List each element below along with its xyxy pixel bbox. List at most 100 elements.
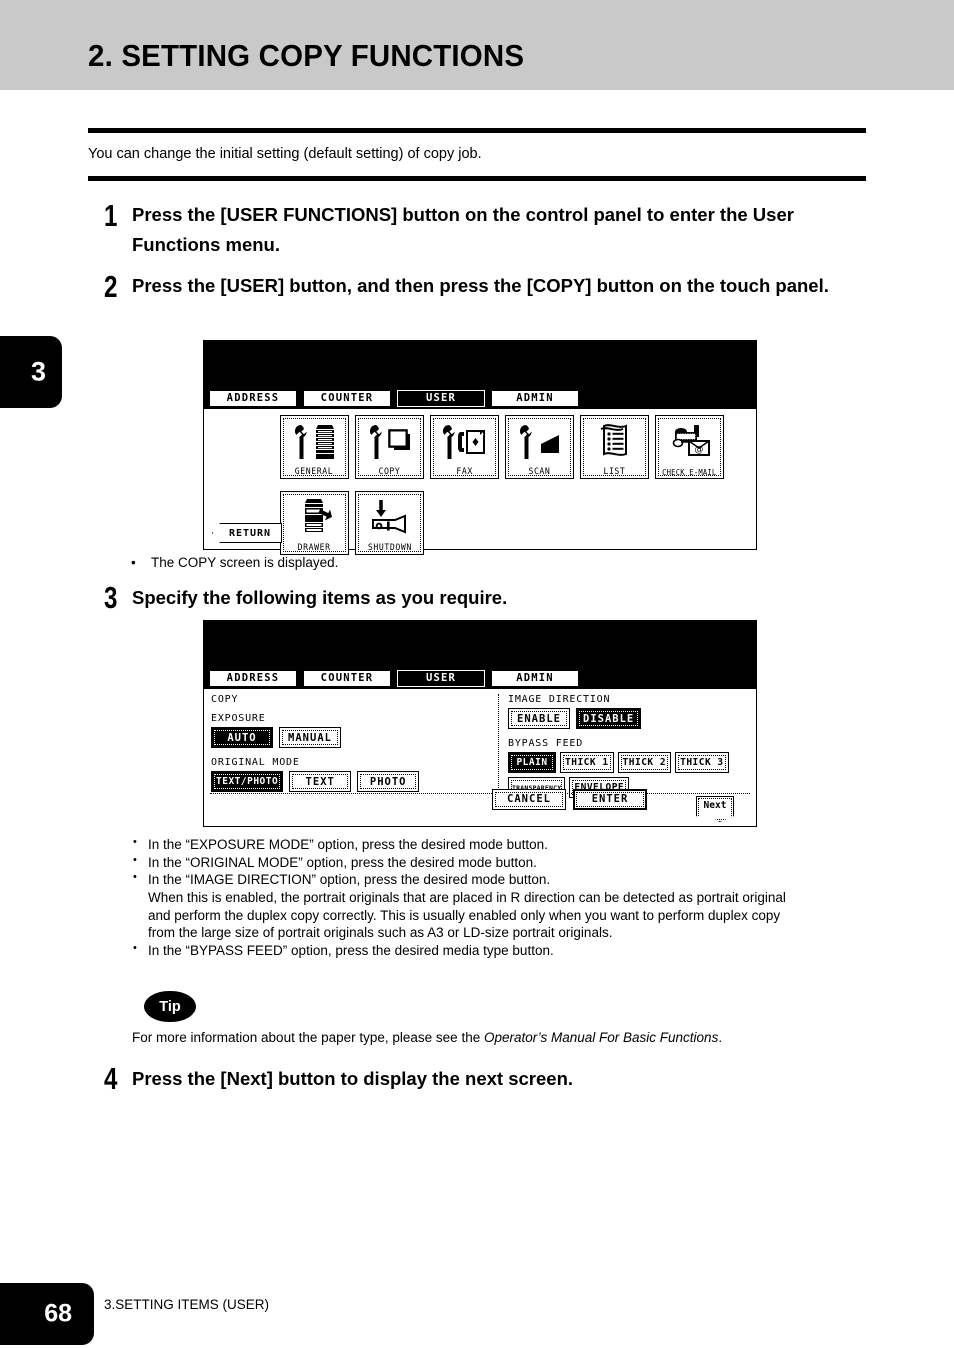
next-button[interactable]: Next <box>696 796 734 822</box>
bullet-list-step3: In the “EXPOSURE MODE” option, press the… <box>131 835 871 960</box>
tab-counter[interactable]: COUNTER <box>303 389 391 407</box>
tab-admin[interactable]: ADMIN <box>491 669 579 687</box>
list-item-continuation: and perform the duplex copy correctly. T… <box>148 907 781 923</box>
settings-right-column: IMAGE DIRECTION ENABLE DISABLE BYPASS FE… <box>498 694 748 798</box>
list-item: In the “ORIGINAL MODE” option, press the… <box>131 853 871 872</box>
chapter-tab-number: 3 <box>30 356 46 387</box>
option-row-exposure: AUTO MANUAL <box>211 727 491 748</box>
settings-left-column: COPY EXPOSURE AUTO MANUAL ORIGINAL MODE … <box>211 694 491 801</box>
function-button-label: LIST <box>603 466 626 477</box>
copier-drawer-icon <box>281 492 348 544</box>
list-item-continuation: from the large size of portrait original… <box>148 925 613 941</box>
svg-text:@: @ <box>694 445 703 455</box>
touch-panel-copy-settings: ADDRESS COUNTER USER ADMIN COPY EXPOSURE… <box>203 620 757 827</box>
note-copy-screen-displayed: • The COPY screen is displayed. <box>131 554 731 572</box>
group-label-image-direction: IMAGE DIRECTION <box>508 694 611 705</box>
option-row-bypass-feed-1: PLAIN THICK 1 THICK 2 THICK 3 <box>508 752 748 773</box>
panel-header-black-bar <box>204 621 756 667</box>
function-icon-grid: GENERAL COPY FAX SCAN LIST @ CHECK E-MAI… <box>280 415 750 555</box>
option-row-original-mode: TEXT/PHOTO TEXT PHOTO <box>211 771 491 792</box>
tab-counter[interactable]: COUNTER <box>303 669 391 687</box>
mailbox-email-icon: @ <box>656 416 723 469</box>
intro-rule-top <box>88 128 866 133</box>
return-button[interactable]: RETURN <box>212 523 282 543</box>
option-bypass-thick1[interactable]: THICK 1 <box>560 752 614 773</box>
step-4-text: Press the [Next] button to display the n… <box>132 1068 574 1089</box>
note-text: The COPY screen is displayed. <box>151 555 339 570</box>
function-button-shutdown[interactable]: SHUTDOWN <box>355 491 424 555</box>
tab-address[interactable]: ADDRESS <box>209 389 297 407</box>
list-pages-icon <box>581 416 648 468</box>
cancel-button[interactable]: CANCEL <box>492 788 566 810</box>
touch-panel-user-menu: ADDRESS COUNTER USER ADMIN GENERAL COPY … <box>203 340 757 555</box>
function-button-fax[interactable]: FAX <box>430 415 499 479</box>
chapter-tab-marker: 3 <box>0 336 62 408</box>
page-title: 2. SETTING COPY FUNCTIONS <box>88 38 525 73</box>
function-button-label: DRAWER <box>298 542 331 553</box>
panel-tab-row: ADDRESS COUNTER USER ADMIN <box>204 667 756 689</box>
option-image-direction-enable[interactable]: ENABLE <box>508 708 570 729</box>
option-bypass-plain[interactable]: PLAIN <box>508 752 556 773</box>
tab-address[interactable]: ADDRESS <box>209 669 297 687</box>
step-2-number: 2 <box>104 269 118 304</box>
list-item-text: In the “ORIGINAL MODE” option, press the… <box>148 854 537 870</box>
footer-section-label: 3.SETTING ITEMS (USER) <box>104 1297 270 1312</box>
tab-admin[interactable]: ADMIN <box>491 389 579 407</box>
list-item-text: In the “EXPOSURE MODE” option, press the… <box>148 837 548 852</box>
panel-body-copy-settings: COPY EXPOSURE AUTO MANUAL ORIGINAL MODE … <box>204 689 756 826</box>
step-1-text: Press the [USER FUNCTIONS] button on the… <box>132 204 794 255</box>
step-2-text: Press the [USER] button, and then press … <box>132 275 829 296</box>
list-item: In the “EXPOSURE MODE” option, press the… <box>131 835 871 854</box>
function-button-label: FAX <box>456 466 473 477</box>
intro-rule-bottom <box>88 176 866 181</box>
function-button-list[interactable]: LIST <box>580 415 649 479</box>
wrench-copier-icon <box>281 416 348 468</box>
function-button-label: GENERAL <box>295 466 334 477</box>
function-button-scan[interactable]: SCAN <box>505 415 574 479</box>
list-item: In the “IMAGE DIRECTION” option, press t… <box>131 870 871 889</box>
tip-text-italic: Operator’s Manual For Basic Functions <box>483 1030 719 1045</box>
function-button-check-email[interactable]: @ CHECK E-MAIL <box>655 415 724 479</box>
panel-tab-row: ADDRESS COUNTER USER ADMIN <box>204 387 756 409</box>
option-exposure-auto[interactable]: AUTO <box>211 727 273 748</box>
function-button-label: SHUTDOWN <box>367 542 412 553</box>
function-button-label: CHECK E-MAIL <box>662 467 717 477</box>
group-label-original-mode: ORIGINAL MODE <box>211 757 300 768</box>
tip-text-before: For more information about the paper typ… <box>132 1030 484 1045</box>
option-exposure-manual[interactable]: MANUAL <box>279 727 341 748</box>
wrench-fax-icon <box>431 416 498 468</box>
shutdown-icon <box>356 492 423 544</box>
step-1-number: 1 <box>104 198 118 233</box>
step-3-number: 3 <box>104 580 118 615</box>
list-item-text: In the “BYPASS FEED” option, press the d… <box>148 943 554 959</box>
panel-divider <box>210 793 750 794</box>
option-original-text-photo[interactable]: TEXT/PHOTO <box>211 771 284 792</box>
step-3-text: Specify the following items as you requi… <box>132 587 508 608</box>
group-label-bypass-feed: BYPASS FEED <box>508 738 584 749</box>
option-bypass-thick2[interactable]: THICK 2 <box>617 752 672 773</box>
tip-text-after: . <box>718 1030 723 1045</box>
page-number: 68 <box>44 1299 72 1328</box>
function-button-drawer[interactable]: DRAWER <box>280 491 349 555</box>
function-button-label: SCAN <box>528 466 551 477</box>
tip-badge: Tip <box>144 991 196 1022</box>
intro-text: You can change the initial setting (defa… <box>88 146 482 162</box>
option-bypass-thick3[interactable]: THICK 3 <box>675 752 729 773</box>
wrench-pages-icon <box>356 416 423 468</box>
panel-header-black-bar <box>204 341 756 387</box>
group-label-exposure: EXPOSURE <box>211 713 266 724</box>
step-4-number: 4 <box>104 1061 118 1096</box>
note-bullet-icon: • <box>131 555 136 570</box>
option-image-direction-disable[interactable]: DISABLE <box>576 708 642 729</box>
enter-button[interactable]: ENTER <box>573 788 647 810</box>
option-row-image-direction: ENABLE DISABLE <box>508 708 748 729</box>
tab-user[interactable]: USER <box>397 669 485 687</box>
option-original-text[interactable]: TEXT <box>289 771 352 792</box>
option-original-photo[interactable]: PHOTO <box>357 771 420 792</box>
wrench-scanner-icon <box>506 416 573 468</box>
function-button-general[interactable]: GENERAL <box>280 415 349 479</box>
list-item-continuation: When this is enabled, the portrait origi… <box>148 890 786 906</box>
function-button-label: COPY <box>378 466 401 477</box>
tab-user[interactable]: USER <box>397 389 485 407</box>
function-button-copy[interactable]: COPY <box>355 415 424 479</box>
